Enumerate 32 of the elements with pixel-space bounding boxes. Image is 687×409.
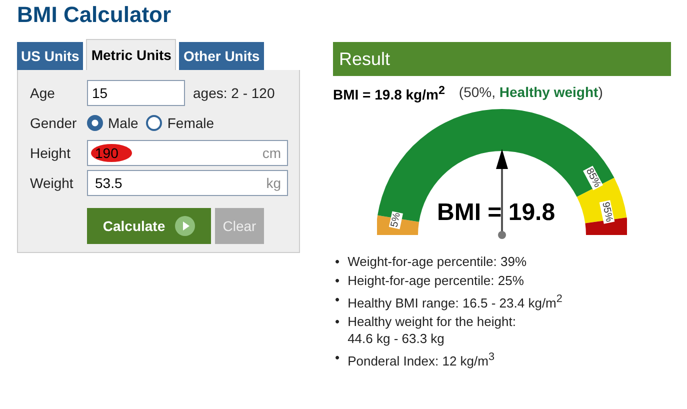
height-field[interactable]: 190 cm bbox=[87, 140, 288, 166]
result-detail: Weight-for-age percentile: 39% bbox=[348, 252, 527, 270]
field-label: Weight bbox=[30, 175, 74, 191]
field-label: Age bbox=[30, 85, 56, 101]
play-icon bbox=[175, 216, 196, 236]
field-label: Height bbox=[30, 145, 72, 161]
units-tab[interactable]: Other Units bbox=[179, 42, 264, 70]
radio-icon[interactable] bbox=[87, 115, 103, 131]
age-hint: ages: 2 - 120 bbox=[193, 85, 275, 101]
field-label: Gender bbox=[30, 115, 78, 131]
bmi-summary: BMI = 19.8 kg/m$^{2}$ bbox=[333, 84, 445, 103]
radio-icon[interactable] bbox=[146, 115, 162, 131]
page-title: BMI Calculator bbox=[16, 1, 172, 29]
units-tab[interactable]: Metric Units bbox=[86, 39, 176, 70]
weight-field[interactable]: 53.5 kg bbox=[87, 170, 288, 196]
result-detail: Healthy BMI range: 16.5 - 23.4 kg/m$^{2}$ bbox=[348, 292, 562, 311]
gauge-value: BMI = 19.8 bbox=[437, 198, 556, 227]
bullet: • bbox=[335, 252, 340, 270]
bullet: • bbox=[335, 290, 340, 308]
result-detail: Healthy weight for the height: 44.6 kg - 63.3 kg bbox=[348, 312, 516, 347]
bullet: • bbox=[335, 312, 340, 330]
result-detail: Ponderal Index: 12 kg/m$^{3}$ bbox=[348, 350, 495, 370]
gender-radio[interactable]: Female bbox=[146, 115, 214, 131]
units-tab[interactable]: US Units bbox=[17, 42, 84, 70]
calculate-button[interactable]: Calculate bbox=[87, 208, 211, 244]
bullet: • bbox=[335, 272, 340, 289]
result-header: Result bbox=[333, 42, 671, 76]
bullet: • bbox=[335, 348, 340, 366]
result-detail: Height-for-age percentile: 25% bbox=[348, 272, 524, 289]
age-field[interactable]: 15 bbox=[87, 80, 185, 106]
gender-radio[interactable]: Male bbox=[87, 115, 138, 131]
percentile-text: (50%, Healthy weight) bbox=[458, 84, 603, 102]
